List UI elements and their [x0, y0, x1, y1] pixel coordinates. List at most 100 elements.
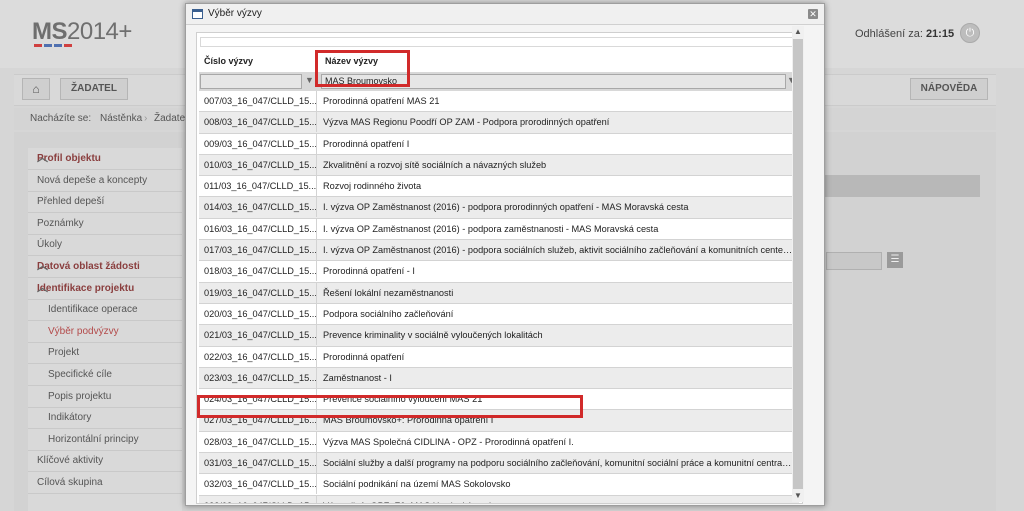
table-row[interactable]: 023/03_16_047/CLLD_15... Zaměstnanost - I [199, 367, 799, 390]
sidebar-item-label: Přehled depeší [37, 196, 105, 208]
cell-nazev: Sociální podnikání na území MAS Sokolovs… [323, 479, 511, 490]
dialog-title: Výběr výzvy [208, 8, 262, 19]
cell-nazev: Zkvalitnění a rozvoj sítě sociálních a n… [323, 159, 547, 170]
table-row[interactable]: 010/03_16_047/CLLD_15... Zkvalitnění a ro… [199, 154, 799, 177]
cell-cislo: 022/03_16_047/CLLD_15... [204, 351, 316, 362]
sidebar-item-klicove-aktivity[interactable]: Klíčové aktivity [28, 450, 182, 473]
close-icon[interactable]: ✕ [808, 9, 818, 19]
chevron-up-icon[interactable]: ︿ [37, 278, 176, 299]
cell-cislo: 018/03_16_047/CLLD_15... [204, 266, 316, 277]
column-divider [316, 431, 317, 452]
sidebar-item-identifikace-projektu[interactable]: Identifikace projektu ︿ [28, 278, 182, 300]
zadatel-button[interactable]: ŽADATEL [60, 78, 128, 100]
sidebar-item-cilova-skupina[interactable]: Cílová skupina [28, 472, 182, 494]
sidebar-item-vyber-podvyzvy[interactable]: Výběr podvýzvy [28, 321, 182, 343]
sidebar-item-projekt[interactable]: Projekt [28, 342, 182, 365]
sidebar-item-profil-objektu[interactable]: Profil objektu ︿ [28, 148, 182, 170]
table-row[interactable]: 020/03_16_047/CLLD_15... Podpora sociální… [199, 303, 799, 326]
sidebar-item-label: Specifické cíle [48, 369, 112, 380]
cell-nazev: Řešení lokální nezaměstnanosti [323, 287, 454, 298]
filter-icon[interactable]: ▼ [305, 75, 314, 85]
sidebar-item-ukoly[interactable]: Úkoly [28, 234, 182, 257]
cell-nazev: Výzva MAS Regionu Poodří OP ZAM - Podpor… [323, 117, 610, 128]
cell-nazev: Podpora sociálního začleňování [323, 308, 454, 319]
sidebar-item-label: Výběr podvýzvy [48, 325, 119, 337]
table-row[interactable]: 014/03_16_047/CLLD_15... I. výzva OP Zamě… [199, 197, 799, 219]
cell-cislo: 008/03_16_047/CLLD_15... [204, 117, 316, 128]
filter-input-cislo[interactable] [200, 74, 302, 89]
sidebar: Profil objektu ︿ Nová depeše a koncepty Pře… [28, 148, 182, 511]
sidebar-item-datova-oblast-zadosti[interactable]: Datová oblast žádosti ︿ [28, 256, 182, 278]
cell-nazev: Prorodinná opatření [323, 351, 405, 362]
cell-nazev: Zaměstnanost - I [323, 372, 392, 383]
sidebar-item-popis-projektu[interactable]: Popis projektu [28, 386, 182, 408]
table-row[interactable]: 032/03_16_047/CLLD_15... Sociální podniká… [199, 474, 799, 496]
grid-toolbar [200, 37, 800, 47]
table-row[interactable]: 022/03_16_047/CLLD_15... Prorodinná opatř… [199, 346, 799, 368]
table-row[interactable]: 019/03_16_047/CLLD_15... Řešení lokální n… [199, 282, 799, 304]
cell-cislo: 023/03_16_047/CLLD_15... [204, 372, 316, 383]
highlight-box-header-filter [315, 50, 410, 87]
column-divider [316, 176, 317, 197]
cell-nazev: Rozvoj rodinného života [323, 181, 422, 192]
table-row[interactable]: 018/03_16_047/CLLD_15... Prorodinná opatř… [199, 261, 799, 283]
napoveda-button[interactable]: NÁPOVĚDA [910, 78, 988, 100]
select-call-dialog: Výběr výzvy ✕ Číslo výzvy Název výzvy ▼ … [185, 3, 825, 506]
cell-cislo: 011/03_16_047/CLLD_15... [204, 181, 316, 192]
filter-row: ▼ MAS Broumovsko ▼ [199, 72, 799, 91]
sidebar-item-label: Identifikace operace [48, 304, 138, 316]
column-header-cislo[interactable]: Číslo výzvy [204, 56, 253, 66]
dialog-grid: Číslo výzvy Název výzvy ▼ MAS Broumovsko… [196, 32, 803, 504]
cell-nazev: Výzva MAS Společná CIDLINA - OPZ - Proro… [323, 436, 574, 447]
table-row[interactable]: 021/03_16_047/CLLD_15... Prevence krimina… [199, 325, 799, 347]
table-row[interactable]: 031/03_16_047/CLLD_15... Sociální služby … [199, 453, 799, 475]
sidebar-item-poznamky[interactable]: Poznámky [28, 213, 182, 235]
column-divider [316, 453, 317, 474]
table-row[interactable]: 016/03_16_047/CLLD_15... I. výzva OP Zamě… [199, 218, 799, 241]
column-divider [316, 346, 317, 367]
sidebar-item-label: Úkoly [37, 239, 63, 251]
sidebar-item-indikatory[interactable]: Indikátory [28, 407, 182, 430]
cell-cislo: 021/03_16_047/CLLD_15... [204, 330, 316, 341]
chevron-up-icon[interactable]: ︿ [37, 148, 176, 169]
column-divider [316, 325, 317, 346]
sidebar-item-label: Cílová skupina [37, 477, 103, 488]
sidebar-item-nova-depese-a-koncepty[interactable]: Nová depeše a koncepty [28, 170, 182, 192]
logout-timer: Odhlášení za: 21:15 [855, 28, 955, 40]
chevron-up-icon[interactable]: ︿ [37, 256, 176, 277]
cell-nazev: I. výzva OP Zaměstnanost (2016) - podpor… [323, 223, 659, 234]
column-divider [316, 282, 317, 303]
home-icon: ⌂ [32, 82, 40, 96]
grid-rows: 007/03_16_047/CLLD_15... Prorodinná opatř… [199, 91, 799, 503]
sidebar-item-specificke-cile[interactable]: Specifické cíle [28, 364, 182, 386]
column-divider [316, 133, 317, 154]
table-row[interactable]: 011/03_16_047/CLLD_15... Rozvoj rodinného… [199, 176, 799, 198]
sidebar-item-prehled-depesi[interactable]: Přehled depeší [28, 191, 182, 214]
column-divider [316, 474, 317, 495]
sidebar-item-label: Horizontální principy [48, 433, 139, 445]
table-row[interactable]: 033/03_16_047/CLLD_15... Výzva č. 1_OPZ_F… [199, 495, 799, 503]
scroll-thumb[interactable] [793, 39, 803, 489]
table-row[interactable]: 007/03_16_047/CLLD_15... Prorodinná opatř… [199, 91, 799, 113]
table-row[interactable]: 009/03_16_047/CLLD_15... Prorodinná opatř… [199, 133, 799, 155]
cell-nazev: I. výzva OP Zaměstnanost (2016) - podpor… [323, 245, 793, 256]
cell-cislo: 020/03_16_047/CLLD_15... [204, 308, 316, 319]
power-icon[interactable]: ⏻ [960, 23, 980, 43]
table-row[interactable]: 017/03_16_047/CLLD_15... I. výzva OP Zamě… [199, 240, 799, 262]
sidebar-item-identifikace-operace[interactable]: Identifikace operace [28, 299, 182, 322]
table-row[interactable]: 028/03_16_047/CLLD_15... Výzva MAS Společ… [199, 431, 799, 454]
dialog-titlebar: Výběr výzvy ✕ [186, 4, 824, 25]
home-button[interactable]: ⌂ [22, 78, 50, 100]
sidebar-item-label: Poznámky [37, 217, 84, 229]
column-divider [316, 91, 317, 111]
table-row[interactable]: 008/03_16_047/CLLD_15... Výzva MAS Region… [199, 112, 799, 134]
chevron-up-icon[interactable]: ▲ [792, 26, 804, 38]
sidebar-item-label: Klíčové aktivity [37, 455, 104, 467]
panel-header-bar [820, 175, 980, 197]
scrollbar[interactable]: ▲ ▼ [792, 26, 804, 502]
sidebar-item-horizontalni-principy[interactable]: Horizontální principy [28, 429, 182, 451]
cell-nazev: Prevence kriminality v sociálně vyloučen… [323, 330, 543, 341]
chevron-down-icon[interactable]: ▼ [792, 490, 804, 502]
breadcrumb-item-nastenka[interactable]: Nástěnka [100, 108, 142, 130]
breadcrumb-item-zadatel[interactable]: Žadatel [154, 108, 187, 130]
